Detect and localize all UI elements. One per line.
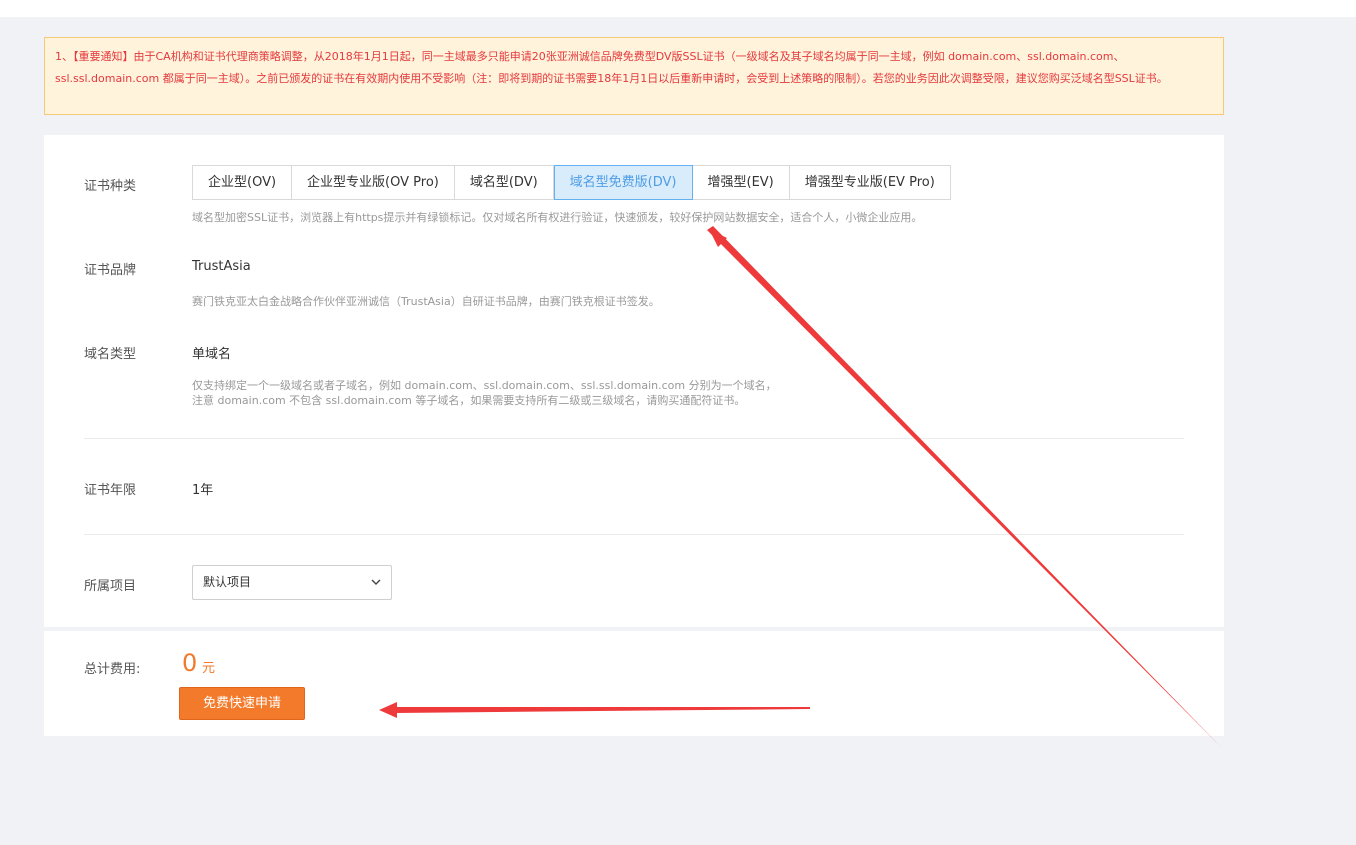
brand-description: 赛门铁克亚太白金战略合作伙伴亚洲诚信（TrustAsia）自研证书品牌，由赛门铁… xyxy=(192,295,660,308)
brand-value: TrustAsia xyxy=(192,259,251,274)
important-notice: 1、【重要通知】由于CA机构和证书代理商策略调整，从2018年1月1日起，同一主… xyxy=(44,37,1224,115)
domain-type-label: 域名类型 xyxy=(84,347,137,362)
divider xyxy=(84,438,1184,439)
project-select[interactable]: 默认项目 xyxy=(192,565,392,600)
tab-ov-pro[interactable]: 企业型专业版(OV Pro) xyxy=(292,165,455,200)
tab-dv[interactable]: 域名型(DV) xyxy=(454,165,554,200)
chevron-down-icon xyxy=(371,566,381,612)
top-bar xyxy=(0,0,1356,17)
domain-type-description-line1: 仅支持绑定一个一级域名或者子域名，例如 domain.com、ssl.domai… xyxy=(192,379,777,392)
duration-value: 1年 xyxy=(192,483,214,498)
cert-config-panel: 证书种类 企业型(OV) 企业型专业版(OV Pro) 域名型(DV) 域名型免… xyxy=(44,135,1224,627)
cert-type-label: 证书种类 xyxy=(84,179,137,194)
total-unit: 元 xyxy=(202,661,216,676)
tab-dv-free[interactable]: 域名型免费版(DV) xyxy=(553,165,693,200)
cert-type-tabs: 企业型(OV) 企业型专业版(OV Pro) 域名型(DV) 域名型免费版(DV… xyxy=(192,165,951,200)
free-apply-button[interactable]: 免费快速申请 xyxy=(179,687,305,720)
duration-label: 证书年限 xyxy=(84,483,137,498)
tab-ov[interactable]: 企业型(OV) xyxy=(192,165,293,200)
project-selected-value: 默认项目 xyxy=(203,575,252,589)
order-footer: 总计费用: 0 元 免费快速申请 xyxy=(44,631,1224,736)
cert-type-description: 域名型加密SSL证书，浏览器上有https提示并有绿锁标记。仅对域名所有权进行验… xyxy=(192,211,923,224)
notice-text: 1、【重要通知】由于CA机构和证书代理商策略调整，从2018年1月1日起，同一主… xyxy=(55,50,1168,85)
total-amount: 0 xyxy=(182,649,198,677)
total-label: 总计费用: xyxy=(84,662,141,677)
domain-type-value: 单域名 xyxy=(192,347,232,362)
tab-ev-pro[interactable]: 增强型专业版(EV Pro) xyxy=(789,165,951,200)
domain-type-description-line2: 注意 domain.com 不包含 ssl.domain.com 等子域名，如果… xyxy=(192,394,746,407)
brand-label: 证书品牌 xyxy=(84,263,137,278)
divider xyxy=(84,534,1184,535)
project-label: 所属项目 xyxy=(84,579,137,594)
tab-ev[interactable]: 增强型(EV) xyxy=(692,165,790,200)
